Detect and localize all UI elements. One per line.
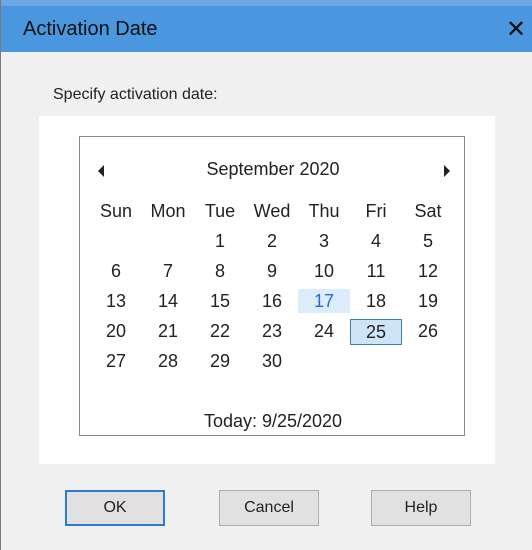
next-month-button[interactable] (438, 163, 456, 179)
calendar-day-5[interactable]: 5 (402, 229, 454, 253)
calendar-day-17[interactable]: 17 (298, 289, 350, 313)
calendar-panel: September 2020 Sun Mon Tue Wed Thu Fri Sat 1 2 3 4… (39, 116, 495, 464)
triangle-right-icon (444, 165, 450, 177)
calendar-day-23[interactable]: 23 (246, 319, 298, 343)
calendar-day-27[interactable]: 27 (90, 349, 142, 373)
calendar-day-11[interactable]: 11 (350, 259, 402, 283)
calendar-day-3[interactable]: 3 (298, 229, 350, 253)
cancel-button[interactable]: Cancel (219, 490, 319, 526)
close-icon: ✕ (505, 16, 527, 43)
calendar-day-20[interactable]: 20 (90, 319, 142, 343)
calendar-day-8[interactable]: 8 (194, 259, 246, 283)
calendar-day-1[interactable]: 1 (194, 229, 246, 253)
calendar-day-2[interactable]: 2 (246, 229, 298, 253)
calendar-day-12[interactable]: 12 (402, 259, 454, 283)
day-of-week-header: Mon (150, 201, 186, 221)
calendar-day-25[interactable]: 25 (350, 319, 402, 345)
calendar-day-22[interactable]: 22 (194, 319, 246, 343)
calendar-day-4[interactable]: 4 (350, 229, 402, 253)
ok-button[interactable]: OK (65, 490, 165, 526)
calendar-day-10[interactable]: 10 (298, 259, 350, 283)
month-calendar: September 2020 Sun Mon Tue Wed Thu Fri Sat 1 2 3 4… (79, 136, 465, 436)
calendar-day-14[interactable]: 14 (142, 289, 194, 313)
calendar-day-16[interactable]: 16 (246, 289, 298, 313)
calendar-day-19[interactable]: 19 (402, 289, 454, 313)
calendar-day-9[interactable]: 9 (246, 259, 298, 283)
close-button[interactable]: ✕ (503, 16, 529, 44)
window-title: Activation Date (23, 18, 158, 40)
calendar-day-15[interactable]: 15 (194, 289, 246, 313)
calendar-day-6[interactable]: 6 (90, 259, 142, 283)
day-of-week-header: Sun (99, 201, 133, 221)
today-link[interactable]: Today: 9/25/2020 (80, 411, 466, 432)
prompt-label: Specify activation date: (53, 86, 218, 103)
day-of-week-header: Fri (365, 201, 387, 221)
month-year-title[interactable]: September 2020 (80, 159, 466, 180)
calendar-day-26[interactable]: 26 (402, 319, 454, 343)
day-of-week-header: Tue (204, 201, 236, 221)
calendar-day-29[interactable]: 29 (194, 349, 246, 373)
calendar-day-28[interactable]: 28 (142, 349, 194, 373)
activation-date-dialog: Activation Date ✕ Specify activation dat… (0, 0, 532, 550)
calendar-day-30[interactable]: 30 (246, 349, 298, 373)
calendar-day-7[interactable]: 7 (142, 259, 194, 283)
calendar-day-21[interactable]: 21 (142, 319, 194, 343)
day-of-week-header: Sat (414, 201, 442, 221)
title-bar: Activation Date ✕ (1, 0, 532, 52)
calendar-day-18[interactable]: 18 (350, 289, 402, 313)
day-of-week-header: Thu (308, 201, 340, 221)
day-of-week-header: Wed (253, 201, 291, 221)
calendar-day-13[interactable]: 13 (90, 289, 142, 313)
calendar-day-24[interactable]: 24 (298, 319, 350, 343)
help-button[interactable]: Help (371, 490, 471, 526)
